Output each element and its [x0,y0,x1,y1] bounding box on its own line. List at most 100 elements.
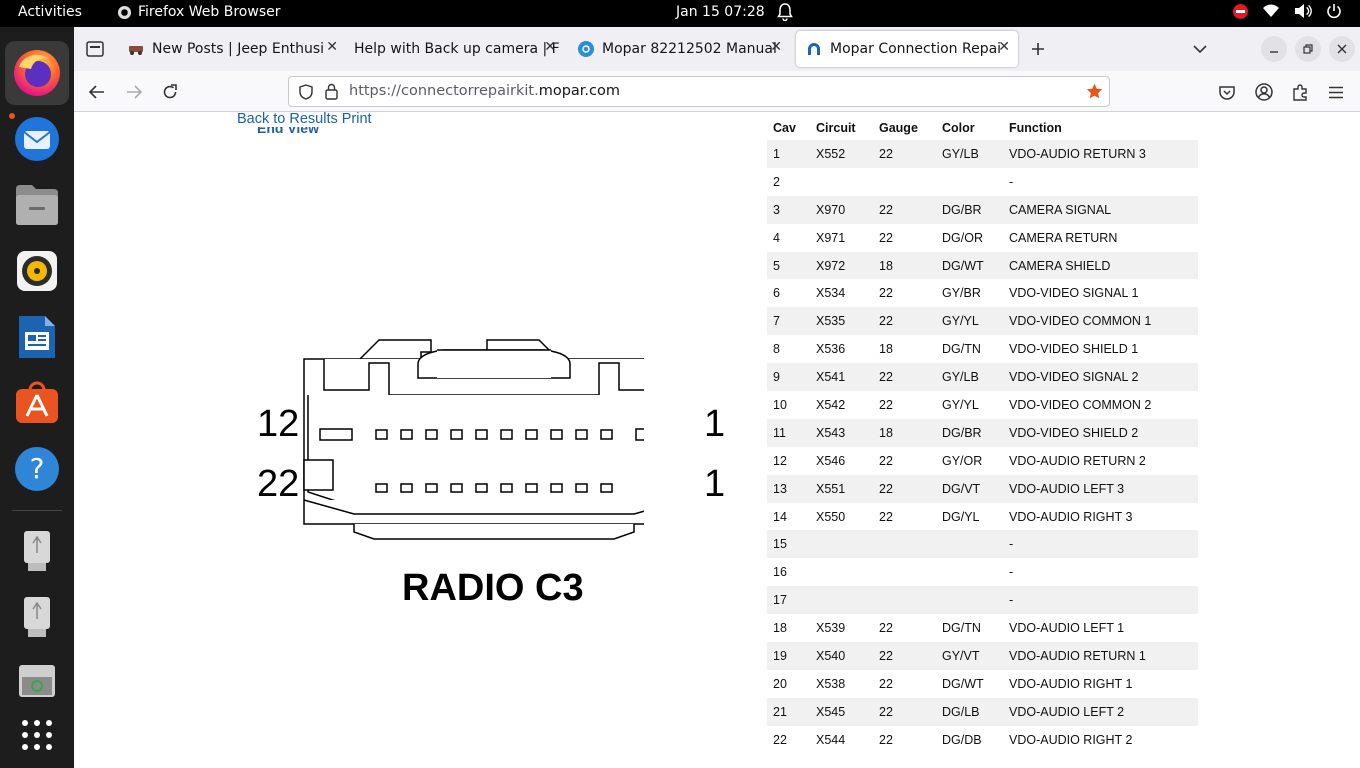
cell-cav: 17 [773,593,787,608]
cell-gauge: 22 [879,676,893,691]
cavity-21 [400,483,413,493]
cell-function: VDO-AUDIO RETURN 1 [1009,648,1146,663]
back-button[interactable] [84,79,110,105]
power-icon[interactable] [1326,3,1342,19]
close-icon [1337,44,1347,54]
tab-close-icon[interactable]: ✕ [998,39,1010,55]
tab-help-backup-camera[interactable]: Help with Back up camera | F ✕ [344,31,564,67]
cell-cav: 10 [773,397,787,412]
reload-button[interactable] [157,79,183,105]
files-icon [16,185,58,225]
forward-button[interactable] [121,79,147,105]
cell-cav: 4 [773,230,780,245]
column-header-color: Color [942,121,975,135]
cavity-9 [425,429,438,440]
cavity-18 [475,483,488,493]
cavity-7 [475,429,488,440]
table-row: 7 X535 22 GY/YL VDO-VIDEO COMMON 1 [767,307,1198,336]
wifi-icon[interactable] [1262,4,1280,18]
cell-gauge: 22 [879,314,893,329]
pocket-button[interactable] [1214,79,1240,105]
cell-cav: 22 [773,732,787,747]
jeep-favicon-icon [128,41,144,57]
cell-gauge: 22 [879,621,893,636]
ubuntu-software-icon [16,381,58,423]
cavity-1 [635,428,644,441]
tab-mopar-connection-repair[interactable]: Mopar Connection Repai ✕ [796,31,1018,67]
reload-icon [163,84,177,99]
pocket-icon [1219,85,1235,100]
dock-usb-drive-1[interactable] [5,519,69,583]
svg-text:?: ? [30,452,45,485]
cell-cav: 16 [773,565,787,580]
table-row: 3 X970 22 DG/BR CAMERA SIGNAL [767,195,1198,224]
cavity-13 [600,483,613,493]
cell-circuit [810,168,873,196]
table-row: 5 X972 18 DG/WT CAMERA SHIELD [767,251,1198,280]
firefox-view-button[interactable] [82,36,108,62]
cell-cav: 11 [773,425,786,440]
puzzle-icon [1293,83,1307,101]
restore-button[interactable] [1295,36,1321,62]
notification-bell-icon[interactable] [777,3,793,25]
show-apps-icon [22,720,52,750]
url-bar[interactable]: https://connectorrepairkit.mopar.com [288,76,1110,107]
cell-circuit: X542 [816,397,846,412]
dock-libreoffice-writer[interactable] [5,305,69,369]
extensions-button[interactable] [1287,79,1313,105]
lock-icon [325,83,338,100]
cell-gauge: 22 [879,453,893,468]
table-row: 2- [767,168,1198,196]
cell-function: CAMERA SHIELD [1009,258,1111,273]
activities-button[interactable]: Activities [18,4,82,20]
volume-icon[interactable] [1294,3,1312,19]
pinout-table-body: 1 X552 22 GY/LB VDO-AUDIO RETURN 3 2-3 X970 22 D… [767,140,1198,754]
system-tray[interactable] [1233,3,1342,19]
cell-cav: 14 [773,509,787,524]
back-to-results-print-links[interactable]: Back to Results Print [237,112,372,127]
list-all-tabs-button[interactable] [1187,36,1213,62]
new-tab-button[interactable] [1025,36,1051,62]
cell-function: VDO-AUDIO LEFT 2 [1009,704,1125,719]
cell-gauge [873,168,936,196]
cell-cav: 15 [773,537,787,552]
dock-files[interactable] [5,173,69,237]
dock-ubuntu-software[interactable] [5,371,69,435]
dock-rhythmbox[interactable] [5,239,69,303]
cell-color: GY/VT [942,648,980,663]
tab-jeep-enthusiast[interactable]: New Posts | Jeep Enthusi ✕ [118,31,346,67]
table-row: 19 X540 22 GY/VT VDO-AUDIO RETURN 1 [767,642,1198,670]
tab-close-icon[interactable]: ✕ [770,39,782,55]
account-button[interactable] [1251,79,1277,105]
tab-title: Mopar 82212502 Manual [602,41,777,57]
dock-thunderbird[interactable] [5,107,69,171]
cell-gauge: 22 [879,286,893,301]
tab-mopar-manual[interactable]: Mopar 82212502 Manual ✕ [568,31,790,67]
table-row: 1 X552 22 GY/LB VDO-AUDIO RETURN 3 [767,140,1198,168]
minimize-icon [1270,51,1278,53]
dock-firefox[interactable] [5,41,69,119]
rhythmbox-icon [17,251,57,291]
dock-help[interactable]: ? [5,437,69,501]
minimize-button[interactable] [1261,36,1287,62]
do-not-disturb-icon[interactable] [1233,3,1248,19]
clock[interactable]: Jan 15 07:28 [676,4,765,20]
cell-color: GY/YL [942,314,979,329]
url-text: https://connectorrepairkit.mopar.com [349,83,621,99]
cell-gauge: 22 [879,230,893,245]
table-header-row: Cav Circuit Gauge Color Function [767,116,1198,140]
dock-usb-drive-2[interactable] [5,585,69,649]
dock-show-apps[interactable] [5,703,69,767]
bookmark-star-icon[interactable] [1086,83,1103,100]
cell-gauge [873,558,936,586]
tab-close-icon[interactable]: ✕ [544,39,556,55]
close-window-button[interactable] [1329,36,1355,62]
app-menu[interactable]: Firefox Web Browser [117,4,281,20]
cell-function: VDO-VIDEO COMMON 2 [1009,397,1152,412]
arrow-left-icon [89,85,104,99]
cell-color: GY/LB [942,370,979,385]
menu-button[interactable] [1323,79,1349,105]
firefox-small-icon [117,5,132,19]
table-row: 22 X544 22 DG/DB VDO-AUDIO RIGHT 2 [767,726,1198,754]
tab-close-icon[interactable]: ✕ [326,39,338,55]
